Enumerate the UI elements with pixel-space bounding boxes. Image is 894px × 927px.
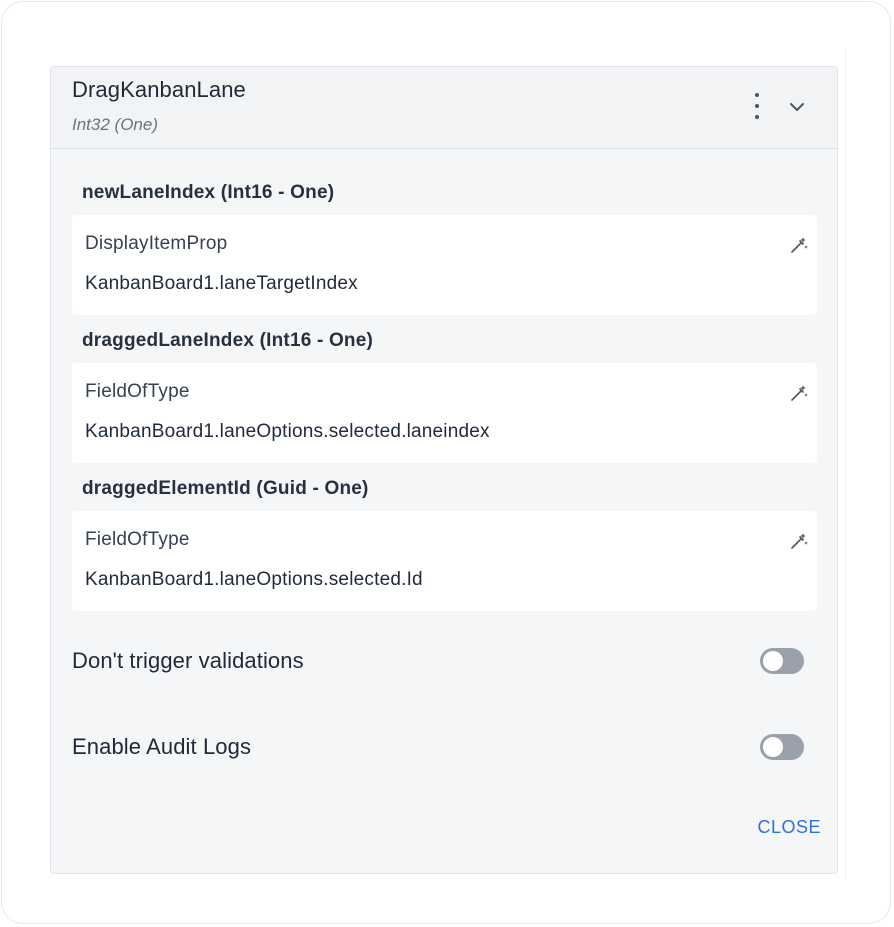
- action-panel: DragKanbanLane Int32 (One) newLaneIndex …: [50, 66, 838, 874]
- toggle-knob: [763, 737, 783, 757]
- param-value: KanbanBoard1.laneOptions.selected.lanein…: [85, 421, 490, 442]
- close-button[interactable]: CLOSE: [741, 815, 821, 839]
- toggle-label-validations: Don't trigger validations: [72, 648, 304, 673]
- param-field-dragged-element-id[interactable]: FieldOfType KanbanBoard1.laneOptions.sel…: [72, 511, 817, 611]
- panel-title: DragKanbanLane: [72, 77, 246, 102]
- toggle-label-audit-logs: Enable Audit Logs: [72, 734, 252, 759]
- param-field-dragged-lane-index[interactable]: FieldOfType KanbanBoard1.laneOptions.sel…: [72, 363, 817, 463]
- audit-logs-toggle[interactable]: [760, 734, 804, 760]
- validations-toggle[interactable]: [760, 648, 804, 674]
- param-value: KanbanBoard1.laneOptions.selected.Id: [85, 569, 423, 590]
- magic-wand-icon[interactable]: [789, 383, 809, 403]
- panel-header: DragKanbanLane Int32 (One): [51, 67, 837, 149]
- divider: [845, 48, 846, 880]
- panel-subtitle: Int32 (One): [72, 115, 158, 134]
- param-type: FieldOfType: [85, 381, 190, 402]
- more-vertical-icon[interactable]: [747, 93, 767, 119]
- chevron-down-icon[interactable]: [785, 95, 809, 119]
- magic-wand-icon[interactable]: [789, 531, 809, 551]
- param-label-dragged-element-id: draggedElementId (Guid - One): [82, 478, 369, 499]
- magic-wand-icon[interactable]: [789, 235, 809, 255]
- param-field-new-lane-index[interactable]: DisplayItemProp KanbanBoard1.laneTargetI…: [72, 215, 817, 315]
- param-label-dragged-lane-index: draggedLaneIndex (Int16 - One): [82, 330, 374, 351]
- param-value: KanbanBoard1.laneTargetIndex: [85, 273, 358, 294]
- toggle-knob: [763, 651, 783, 671]
- param-label-new-lane-index: newLaneIndex (Int16 - One): [82, 182, 335, 203]
- param-type: DisplayItemProp: [85, 233, 228, 254]
- param-type: FieldOfType: [85, 529, 190, 550]
